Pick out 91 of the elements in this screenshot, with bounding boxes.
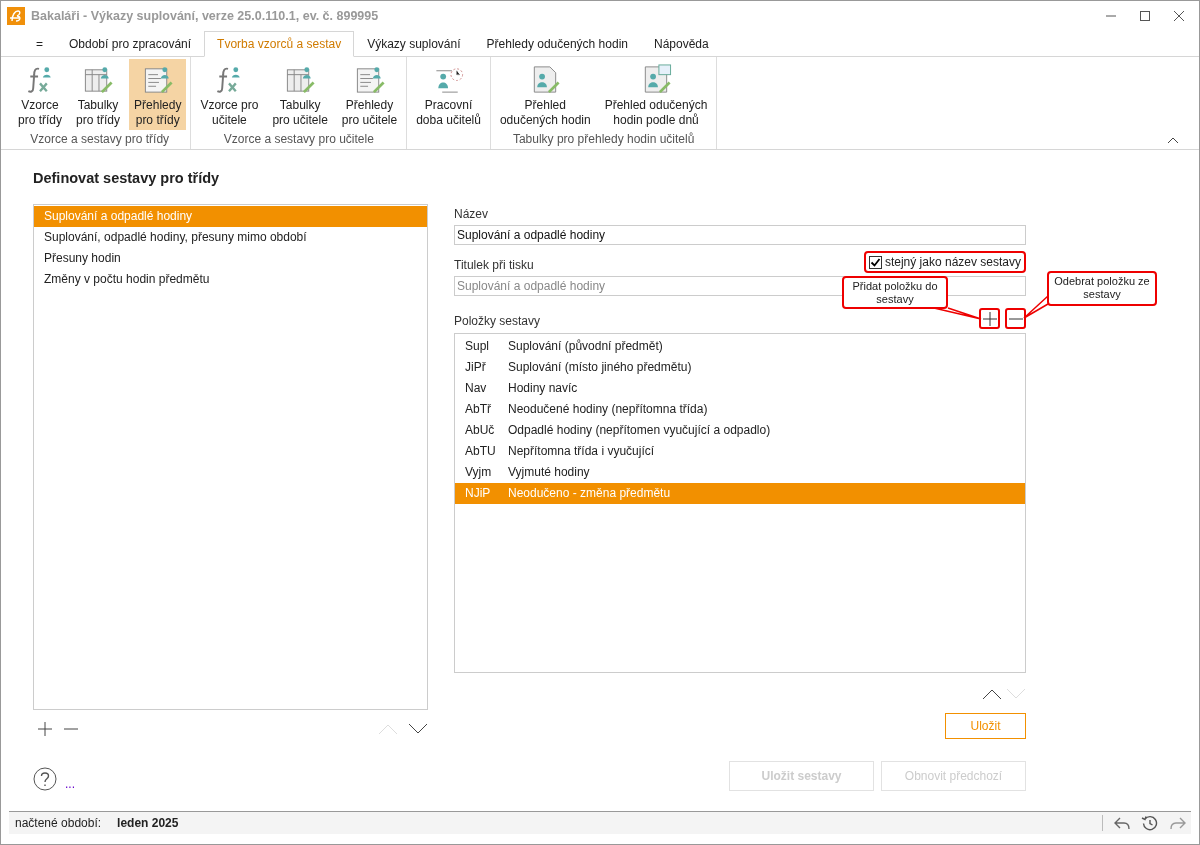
callout: Odebrat položku ze sestavy: [1047, 271, 1157, 306]
collapse-icon[interactable]: [1167, 136, 1179, 144]
item-label: Nepřítomna třída i vyučující: [508, 443, 655, 460]
item-label: Neodučeno - změna předmětu: [508, 485, 671, 502]
ribbon-button[interactable]: Přehledy pro učitele: [336, 59, 403, 130]
ribbon-tab[interactable]: Výkazy suplování: [354, 31, 474, 57]
ribbon-button-label: odučených hodin: [499, 113, 591, 128]
report-list-item[interactable]: Změny v počtu hodin předmětu: [34, 269, 427, 290]
move-up-icon[interactable]: [982, 688, 1002, 700]
leader-line: [1023, 295, 1049, 319]
ribbon-button[interactable]: Přehled odučených hodin: [494, 59, 596, 130]
ribbon-button[interactable]: Vzorce pro třídy: [13, 59, 67, 130]
history-icon[interactable]: [1141, 815, 1159, 831]
remove-item-button[interactable]: [1005, 308, 1026, 329]
checkbox-label: stejný jako název sestavy: [884, 255, 1021, 269]
ribbon-tab[interactable]: =: [23, 31, 56, 57]
redo-icon[interactable]: [1169, 815, 1187, 831]
ribbon-button-label: pro učitele: [272, 113, 328, 128]
report-item-row[interactable]: Nav Hodiny navíc: [455, 378, 1025, 399]
ribbon-button-label: pro třídy: [18, 113, 62, 128]
ribbon-button-label: pro učitele: [341, 113, 398, 128]
items-label: Položky sestavy: [454, 313, 541, 329]
report-item-row[interactable]: Vyjm Vyjmuté hodiny: [455, 462, 1025, 483]
ribbon-button[interactable]: Přehledy pro třídy: [129, 59, 187, 130]
ribbon-button[interactable]: Pracovní doba učitelů: [411, 59, 486, 130]
ribbon-button[interactable]: Tabulky pro učitele: [267, 59, 333, 130]
status-label: načtené období:: [15, 816, 102, 830]
name-label: Název: [454, 206, 489, 222]
ribbon-button-label: hodin podle dnů: [613, 113, 699, 128]
ribbon-button-label: Vzorce pro: [200, 98, 259, 113]
ribbon-tab[interactable]: Nápověda: [641, 31, 722, 57]
ribbon-button-label: Tabulky: [279, 98, 321, 113]
ribbon-button[interactable]: Přehled odučených hodin podle dnů: [599, 59, 713, 130]
ribbon-button-label: pro třídy: [76, 113, 121, 128]
add-icon: [982, 311, 997, 326]
leader-line: [933, 307, 982, 320]
remove-icon: [1008, 317, 1023, 320]
ribbon-group-label: Vzorce a sestavy pro třídy: [29, 132, 171, 148]
ribbon-button-label: doba učitelů: [416, 113, 481, 128]
item-code: Vyjm: [465, 464, 493, 481]
print-title-label: Titulek při tisku: [454, 257, 534, 273]
ribbon-button-label: Přehledy: [134, 98, 182, 113]
item-label: Neodučené hodiny (nepřítomna třída): [508, 401, 708, 418]
window-title: Bakaláři - Výkazy suplování, verze 25.0.110.1, ev. č. 899995: [31, 9, 379, 23]
item-code: NJiP: [465, 485, 492, 502]
ribbon-button-label: Přehled odučených: [604, 98, 708, 113]
undo-icon[interactable]: [1113, 815, 1131, 831]
more-link[interactable]: ...: [65, 777, 75, 791]
move-down-icon[interactable]: [408, 723, 428, 735]
ribbon-button[interactable]: Tabulky pro třídy: [71, 59, 126, 130]
report-item-row[interactable]: AbTU Nepřítomna třída i vyučující: [455, 441, 1025, 462]
status-value: leden 2025: [117, 816, 179, 830]
ribbon-button-label: Vzorce: [21, 98, 59, 113]
report-item-row[interactable]: JiPř Suplování (místo jiného předmětu): [455, 357, 1025, 378]
callout: Přidat položku do sestavy: [842, 276, 948, 309]
item-label: Hodiny navíc: [508, 380, 578, 397]
report-list-item[interactable]: Suplování, odpadlé hodiny, přesuny mimo období: [34, 227, 427, 248]
add-item-button[interactable]: [979, 308, 1000, 329]
report-list-item[interactable]: Přesuny hodin: [34, 248, 427, 269]
item-code: AbTř: [465, 401, 492, 418]
report-item-row[interactable]: AbTř Neodučené hodiny (nepřítomna třída): [455, 399, 1025, 420]
add-icon[interactable]: [37, 721, 53, 737]
app-logo-icon: [7, 7, 25, 25]
item-label: Vyjmuté hodiny: [508, 464, 590, 481]
checkbox[interactable]: [868, 255, 882, 269]
name-field[interactable]: Suplování a odpadlé hodiny: [454, 225, 1026, 245]
item-label: Odpadlé hodiny (nepřítomen vyučující a odpadlo): [508, 422, 771, 439]
item-code: AbUč: [465, 422, 496, 439]
report-item-row[interactable]: AbUč Odpadlé hodiny (nepřítomen vyučující a odpadlo): [455, 420, 1025, 441]
close-icon[interactable]: [1173, 10, 1185, 22]
ribbon-button-label: Přehledy: [345, 98, 394, 113]
help-icon[interactable]: [33, 767, 57, 791]
ribbon-group-label: Vzorce a sestavy pro učitele: [222, 132, 375, 148]
page-title: Definovat sestavy pro třídy: [33, 170, 221, 186]
ribbon-button-label: pro třídy: [135, 113, 180, 128]
report-item-row[interactable]: Supl Suplování (původní předmět): [455, 336, 1025, 357]
item-label: Suplování (místo jiného předmětu): [508, 359, 692, 376]
ribbon-button-label: učitele: [212, 113, 247, 128]
item-label: Suplování (původní předmět): [508, 338, 663, 355]
ribbon-tab[interactable]: Období pro zpracování: [56, 31, 205, 57]
item-code: JiPř: [465, 359, 487, 376]
item-code: Supl: [465, 338, 491, 355]
ribbon-button[interactable]: Vzorce pro učitele: [195, 59, 264, 130]
item-code: Nav: [465, 380, 488, 397]
ribbon-button-label: Pracovní: [424, 98, 473, 113]
ribbon-button-label: Tabulky: [77, 98, 119, 113]
ribbon-button-label: Přehled: [524, 98, 566, 113]
ribbon-tab[interactable]: Přehledy odučených hodin: [473, 31, 641, 57]
maximize-icon[interactable]: [1139, 10, 1151, 22]
ribbon-group-label: Tabulky pro přehledy hodin učitelů: [511, 132, 696, 148]
item-code: AbTU: [465, 443, 497, 460]
